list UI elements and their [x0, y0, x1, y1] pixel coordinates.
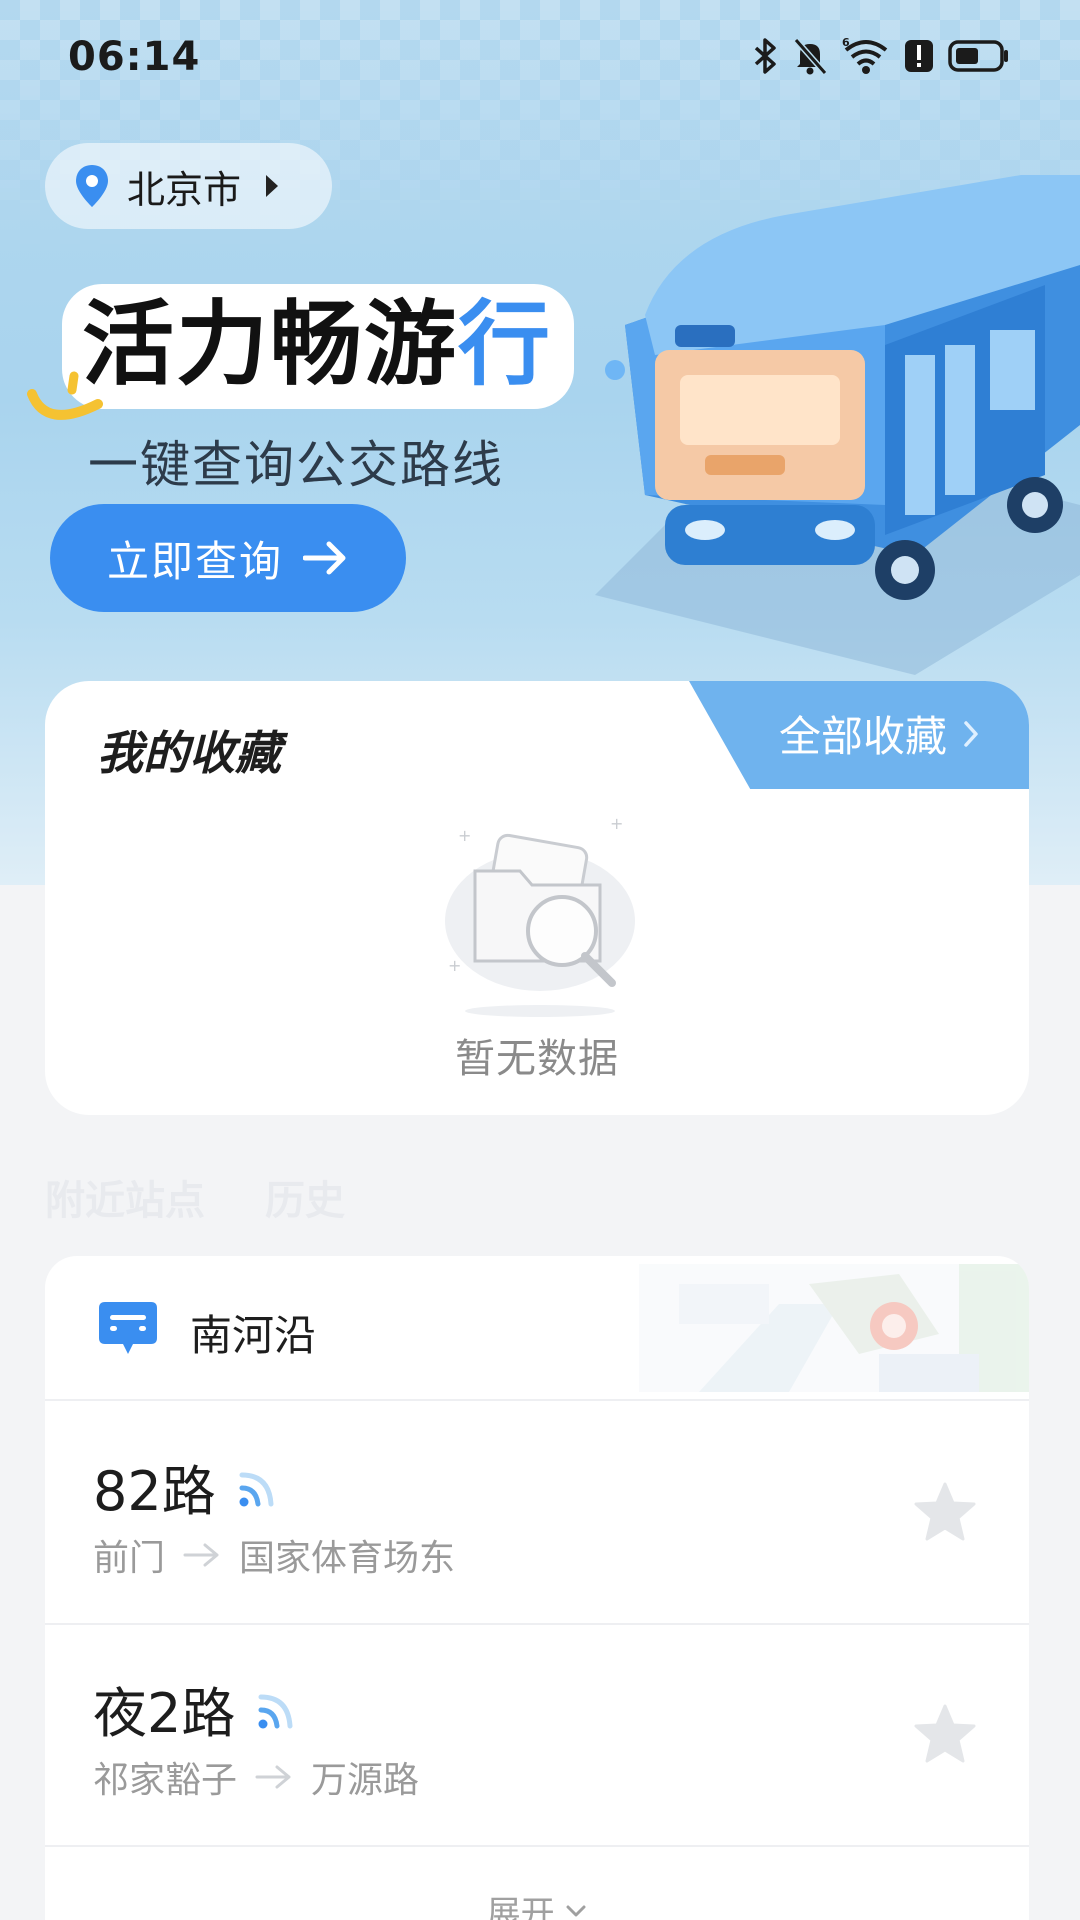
realtime-signal-icon	[239, 1472, 274, 1506]
wifi-icon: 6	[842, 36, 888, 74]
route-path: 前门 国家体育场东	[93, 1529, 455, 1581]
svg-text:6: 6	[842, 36, 850, 49]
station-name: 南河沿	[190, 1311, 317, 1360]
route-from: 前门	[93, 1538, 166, 1579]
route-path: 祁家豁子 万源路	[93, 1751, 419, 1803]
expand-button[interactable]: 展开	[45, 1886, 1029, 1920]
nearby-tabs: 附近站点 历史	[45, 1168, 345, 1226]
location-pin-icon	[76, 165, 108, 207]
map-decoration-icon	[639, 1264, 1029, 1392]
slogan: 活力畅游行	[68, 290, 569, 404]
mute-bell-icon	[793, 38, 828, 75]
tab-history[interactable]: 历史	[265, 1168, 345, 1226]
alert-icon	[905, 40, 933, 72]
all-favorites-label: 全部收藏	[778, 712, 947, 761]
realtime-signal-icon	[258, 1694, 293, 1728]
station-header[interactable]: 南河沿	[45, 1256, 1029, 1401]
empty-state-text: 暂无数据	[455, 1036, 619, 1082]
nearby-station-card: 南河沿 82路 前门 国家体育场东 夜2路 祁家豁子 万源路 展开	[45, 1256, 1029, 1920]
empty-folder-icon: + + +	[445, 814, 635, 1017]
query-now-button[interactable]: 立即查询	[50, 504, 406, 612]
route-row[interactable]: 82路 前门 国家体育场东	[45, 1403, 1029, 1625]
route-to: 万源路	[311, 1760, 420, 1801]
favorites-title: 我的收藏	[97, 726, 281, 780]
bluetooth-icon	[754, 38, 776, 74]
slogan-accent: 行	[458, 291, 553, 398]
svg-text:+: +	[610, 814, 623, 833]
svg-text:+: +	[448, 956, 461, 975]
svg-text:+: +	[458, 826, 471, 845]
route-name: 夜2路	[93, 1682, 236, 1745]
arrow-right-icon	[255, 1765, 291, 1789]
chevron-right-icon	[964, 720, 978, 747]
hero-subtitle: 一键查询公交路线	[88, 436, 504, 494]
status-time: 06:14	[68, 34, 201, 80]
status-bar: 06:14 6	[0, 0, 1080, 115]
city-label: 北京市	[127, 167, 242, 212]
all-favorites-link[interactable]: 全部收藏	[779, 703, 979, 764]
bus-stop-icon	[99, 1302, 157, 1354]
slogan-main: 活力畅游	[82, 291, 459, 398]
bus-illustration	[595, 175, 1080, 675]
tab-nearby-stations[interactable]: 附近站点	[45, 1168, 205, 1226]
arrow-right-icon	[303, 541, 346, 575]
arrow-right-icon	[183, 1543, 219, 1567]
favorite-star-icon[interactable]	[913, 1481, 977, 1543]
favorites-card: 全部收藏 我的收藏 + + + 暂无数据	[45, 681, 1029, 1115]
route-name: 82路	[93, 1460, 216, 1523]
battery-icon	[948, 40, 1008, 72]
route-to: 国家体育场东	[239, 1538, 456, 1579]
query-now-label: 立即查询	[106, 536, 283, 586]
favorite-star-icon[interactable]	[913, 1703, 977, 1765]
route-row[interactable]: 夜2路 祁家豁子 万源路	[45, 1625, 1029, 1847]
route-from: 祁家豁子	[93, 1760, 238, 1801]
expand-label: 展开	[486, 1894, 555, 1920]
chevron-down-icon	[566, 1905, 586, 1916]
status-icons: 6	[752, 36, 1010, 76]
caret-right-icon	[266, 175, 279, 197]
location-selector[interactable]: 北京市	[45, 143, 332, 229]
